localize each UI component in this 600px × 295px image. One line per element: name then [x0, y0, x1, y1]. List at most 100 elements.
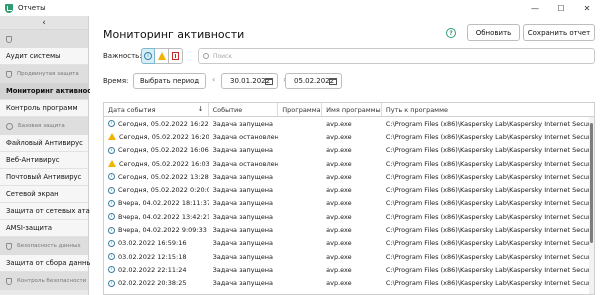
sidebar-item-network-attack[interactable]: Защита от сетевых атак [0, 203, 94, 220]
page-title: Мониторинг активности [103, 28, 245, 41]
cell-path: C:\Program Files (x86)\Kaspersky Lab\Kas… [382, 223, 594, 236]
table-row[interactable]: i Вчера, 04.02.2022 18:11:37 Задача запуще… [104, 197, 594, 210]
cell-event: Задача запущена [209, 223, 279, 236]
column-header-program[interactable]: Программа [278, 103, 323, 116]
cell-program-name: avp.exe [322, 263, 382, 276]
cell-program-name-text: avp.exe [326, 265, 352, 274]
cell-program [278, 170, 322, 183]
scrollbar-thumb[interactable] [590, 123, 593, 243]
sidebar-section-label: Базовая защита [18, 123, 65, 129]
cell-event-text: Задача запущена [212, 146, 273, 155]
previous-period-arrow[interactable]: ‹ [212, 75, 215, 84]
table-row[interactable]: i Вчера, 04.02.2022 13:42:21 Задача запуще… [104, 210, 594, 223]
cell-program-name: avp.exe [322, 170, 382, 183]
sidebar-item-activity-monitor[interactable]: Мониторинг активности [0, 83, 100, 100]
sidebar-item-data-collection[interactable]: Защита от сбора данных [0, 255, 96, 272]
cell-program [278, 130, 322, 143]
cell-event-text: Задача запущена [212, 186, 273, 195]
info-icon: i [108, 120, 115, 128]
calendar-icon[interactable] [265, 78, 273, 85]
column-header-path[interactable]: Путь к программе [382, 103, 594, 116]
table-row[interactable]: i 03.02.2022 12:15:18 Задача запущена avp.e… [104, 250, 594, 263]
table-row[interactable]: i 02.02.2022 20:38:25 Задача запущена avp.e… [104, 277, 594, 290]
shield-icon [6, 277, 12, 285]
table-row[interactable]: i Сегодня, 05.02.2022 0:20:08 Задача запущ… [104, 183, 594, 196]
cell-program [278, 277, 322, 290]
critical-icon [172, 52, 179, 60]
cell-path-text: C:\Program Files (x86)\Kaspersky Lab\Kas… [385, 212, 594, 221]
help-icon[interactable]: ? [446, 28, 456, 38]
info-icon: i [108, 279, 115, 287]
period-dropdown[interactable]: Выбрать период ⌄ [133, 73, 206, 89]
cell-event: Задача запущена [209, 237, 279, 250]
cell-program-name-text: avp.exe [326, 226, 352, 235]
cell-program-name: avp.exe [322, 277, 382, 290]
severity-warning-toggle[interactable] [155, 48, 169, 64]
window-controls: — ☐ ✕ [522, 0, 600, 16]
cell-program-name-text: avp.exe [326, 132, 352, 141]
column-header-date[interactable]: Дата события ↓ [104, 103, 209, 116]
search-input[interactable] [213, 52, 573, 60]
sidebar-item-amsi[interactable]: AMSI-защита [0, 220, 88, 237]
sidebar-item-app-control[interactable]: Контроль программ [0, 100, 88, 117]
cell-program [278, 237, 322, 250]
cell-date: Сегодня, 05.02.2022 16:03:47 [104, 157, 209, 170]
circle-icon [6, 122, 13, 130]
info-icon: i [108, 146, 115, 154]
time-label: Время: [103, 77, 129, 85]
cell-program-name-text: avp.exe [326, 119, 352, 128]
title-bar: Отчеты — ☐ ✕ [0, 0, 600, 16]
cell-program-name-text: avp.exe [326, 279, 352, 288]
cell-program-name-text: avp.exe [326, 172, 352, 181]
cell-program [278, 263, 322, 276]
info-icon: i [108, 226, 115, 234]
table-row[interactable]: i 03.02.2022 16:59:16 Задача запущена avp.e… [104, 237, 594, 250]
collapse-sidebar-button[interactable]: ‹ [0, 16, 88, 30]
severity-critical-toggle[interactable] [169, 48, 183, 64]
minimize-button[interactable]: — [522, 0, 548, 16]
cell-event: Задача запущена [209, 197, 279, 210]
sidebar-item-web-av[interactable]: Веб-Антивирус [0, 152, 88, 169]
close-button[interactable]: ✕ [574, 0, 600, 16]
window-title: Отчеты [18, 4, 46, 12]
table-row[interactable]: i 02.02.2022 22:11:24 Задача запущена avp.e… [104, 263, 594, 276]
severity-info-toggle[interactable]: i [141, 48, 155, 64]
table-row[interactable]: iСегодня, 05.02.2022 16:06:03Задача запу… [104, 144, 594, 157]
sidebar-item-file-av[interactable]: Файловый Антивирус [0, 135, 88, 152]
calendar-icon[interactable] [329, 78, 337, 85]
search-box [198, 48, 595, 64]
cell-event: Задача запущена [209, 210, 279, 223]
cell-date: i 02.02.2022 20:38:25 [104, 277, 209, 290]
cell-path-text: C:\Program Files (x86)\Kaspersky Lab\Kas… [385, 199, 594, 208]
cell-event: Задача остановлена [209, 130, 279, 143]
table-body: iСегодня, 05.02.2022 16:22:43Задача запу… [104, 117, 594, 290]
cell-path: C:\Program Files (x86)\Kaspersky Lab\Kas… [382, 183, 594, 196]
cell-program-name: avp.exe [322, 117, 382, 130]
cell-program [278, 183, 322, 196]
date-to-field[interactable]: 05.02.2022 [285, 73, 342, 89]
save-report-button[interactable]: Сохранить отчет [523, 24, 595, 41]
date-from-field[interactable]: 30.01.2022 [221, 73, 278, 89]
sidebar-item-firewall[interactable]: Сетевой экран [0, 186, 88, 203]
events-table: Дата события ↓ Событие Программа Имя про… [103, 102, 595, 295]
table-row[interactable]: Сегодня, 05.02.2022 16:20:45Задача остан… [104, 130, 594, 143]
cell-event: Задача остановлена [209, 157, 279, 170]
warning-icon [108, 160, 116, 168]
shield-icon [6, 35, 12, 43]
column-header-event[interactable]: Событие [209, 103, 279, 116]
table-scrollbar[interactable] [589, 117, 594, 294]
sidebar-item-mail-av[interactable]: Почтовый Антивирус [0, 169, 88, 186]
table-row[interactable]: iСегодня, 05.02.2022 16:22:43Задача запу… [104, 117, 594, 130]
sidebar-item-system-audit[interactable]: Аудит системы [0, 48, 88, 65]
table-row[interactable]: iСегодня, 05.02.2022 13:28:42Задача запу… [104, 170, 594, 183]
maximize-button[interactable]: ☐ [548, 0, 574, 16]
table-row[interactable]: Сегодня, 05.02.2022 16:03:47Задача остан… [104, 157, 594, 170]
cell-path-text: C:\Program Files (x86)\Kaspersky Lab\Kas… [385, 265, 594, 274]
cell-path: C:\Program Files (x86)\Kaspersky Lab\Kas… [382, 144, 594, 157]
refresh-button[interactable]: Обновить [467, 24, 520, 41]
cell-program-name-text: avp.exe [326, 159, 352, 168]
column-header-program-name[interactable]: Имя программы [322, 103, 382, 116]
cell-program [278, 157, 322, 170]
table-row[interactable]: i Вчера, 04.02.2022 9:09:33 Задача запущен… [104, 223, 594, 236]
cell-date-text: Сегодня, 05.02.2022 16:20:45 [119, 132, 209, 141]
